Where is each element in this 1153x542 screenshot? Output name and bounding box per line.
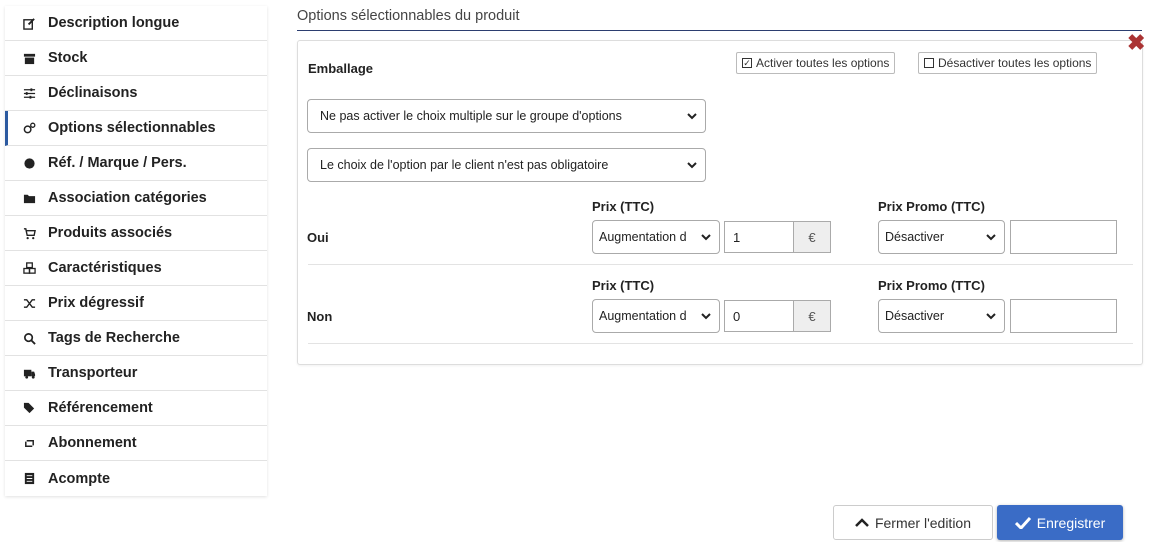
check-icon bbox=[1014, 516, 1031, 529]
sliders-icon bbox=[19, 87, 39, 100]
promo-value-input[interactable] bbox=[1010, 299, 1117, 333]
deactivate-all-options-button[interactable]: Désactiver toutes les options bbox=[918, 52, 1098, 74]
title-divider bbox=[297, 30, 1142, 31]
chevron-down-icon bbox=[701, 313, 711, 320]
currency-addon: € bbox=[794, 300, 831, 332]
search-icon bbox=[19, 332, 39, 345]
chevron-down-icon bbox=[687, 113, 697, 120]
sidebar-item-produits-associes[interactable]: Produits associés bbox=[5, 216, 267, 251]
retweet-icon bbox=[19, 437, 39, 450]
page-title: Options sélectionnables du produit bbox=[297, 8, 520, 24]
sidebar-item-label: Options sélectionnables bbox=[48, 120, 216, 136]
option-row-label: Non bbox=[307, 309, 333, 324]
chevron-down-icon bbox=[986, 234, 996, 241]
mandatory-choice-value: Le choix de l'option par le client n'est… bbox=[320, 158, 609, 172]
save-button[interactable]: Enregistrer bbox=[997, 505, 1123, 540]
price-mode-select[interactable]: Augmentation d bbox=[592, 220, 720, 254]
row-divider bbox=[308, 264, 1133, 265]
cogs-icon bbox=[19, 122, 39, 135]
checkbox-checked-icon: ✓ bbox=[742, 57, 752, 68]
mandatory-choice-select[interactable]: Le choix de l'option par le client n'est… bbox=[307, 148, 706, 182]
promo-mode-select[interactable]: Désactiver bbox=[878, 299, 1005, 333]
sidebar-item-label: Acompte bbox=[48, 470, 111, 487]
multiple-choice-value: Ne pas activer le choix multiple sur le … bbox=[320, 109, 622, 123]
multiple-choice-select[interactable]: Ne pas activer le choix multiple sur le … bbox=[307, 99, 706, 133]
sidebar-item-label: Réf. / Marque / Pers. bbox=[48, 155, 187, 171]
sidebar-item-label: Caractéristiques bbox=[48, 260, 162, 276]
sidebar-item-declinaisons[interactable]: Déclinaisons bbox=[5, 76, 267, 111]
price-value-input[interactable]: 1 bbox=[724, 221, 794, 253]
sidebar-item-options-selectionnables[interactable]: Options sélectionnables bbox=[5, 111, 267, 146]
sidebar-item-transporteur[interactable]: Transporteur bbox=[5, 356, 267, 391]
truck-icon bbox=[19, 367, 39, 380]
random-icon bbox=[19, 297, 39, 310]
sidebar-item-label: Référencement bbox=[48, 400, 153, 416]
certificate-icon bbox=[19, 157, 39, 170]
promo-price-column-header: Prix Promo (TTC) bbox=[878, 278, 985, 293]
promo-price-column-header: Prix Promo (TTC) bbox=[878, 199, 985, 214]
sidebar-item-referencement[interactable]: Référencement bbox=[5, 391, 267, 426]
price-column-header: Prix (TTC) bbox=[592, 199, 655, 214]
row-divider bbox=[308, 343, 1133, 344]
activate-all-label: Activer toutes les options bbox=[756, 56, 890, 70]
chevron-down-icon bbox=[701, 234, 711, 241]
close-edit-label: Fermer l'edition bbox=[874, 514, 972, 531]
sidebar-item-ref-marque[interactable]: Réf. / Marque / Pers. bbox=[5, 146, 267, 181]
promo-value-input[interactable] bbox=[1010, 220, 1117, 254]
sidebar-item-caracteristiques[interactable]: Caractéristiques bbox=[5, 251, 267, 286]
checkbox-empty-icon bbox=[924, 58, 934, 68]
currency-addon: € bbox=[794, 221, 831, 253]
price-mode-value: Augmentation d bbox=[599, 230, 687, 244]
price-value-input[interactable]: 0 bbox=[724, 300, 794, 332]
sidebar-item-label: Stock bbox=[48, 50, 88, 66]
price-column-header: Prix (TTC) bbox=[592, 278, 655, 293]
chevron-down-icon bbox=[687, 162, 697, 169]
list-icon bbox=[19, 472, 39, 485]
sidebar-item-label: Description longue bbox=[48, 15, 180, 31]
promo-mode-value: Désactiver bbox=[885, 309, 945, 323]
close-edit-button[interactable]: Fermer l'edition bbox=[833, 505, 993, 540]
sidebar-item-label: Déclinaisons bbox=[48, 85, 138, 101]
sidebar-item-label: Prix dégressif bbox=[48, 295, 144, 311]
cart-icon bbox=[19, 227, 39, 240]
folder-icon bbox=[19, 192, 39, 205]
option-group-panel: Emballage ✓ Activer toutes les options D… bbox=[297, 40, 1143, 365]
price-mode-value: Augmentation d bbox=[599, 309, 687, 323]
option-row-label: Oui bbox=[307, 230, 329, 245]
product-edit-sidebar: Description longue Stock Déclinaisons Op… bbox=[5, 6, 267, 496]
chevron-down-icon bbox=[986, 313, 996, 320]
sidebar-item-tags-recherche[interactable]: Tags de Recherche bbox=[5, 321, 267, 356]
sidebar-item-label: Transporteur bbox=[48, 365, 138, 381]
tags-icon bbox=[19, 402, 39, 415]
activate-all-options-button[interactable]: ✓ Activer toutes les options bbox=[736, 52, 896, 74]
price-value: 1 bbox=[733, 229, 741, 245]
sidebar-item-abonnement[interactable]: Abonnement bbox=[5, 426, 267, 461]
sidebar-item-acompte[interactable]: Acompte bbox=[5, 461, 267, 496]
remove-option-group-icon[interactable]: ✖ bbox=[1127, 32, 1145, 54]
sidebar-item-description-longue[interactable]: Description longue bbox=[5, 6, 267, 41]
archive-icon bbox=[19, 52, 39, 65]
sidebar-item-association-categories[interactable]: Association catégories bbox=[5, 181, 267, 216]
sidebar-item-stock[interactable]: Stock bbox=[5, 41, 267, 76]
sidebar-item-label: Association catégories bbox=[48, 190, 207, 206]
sidebar-item-label: Abonnement bbox=[48, 435, 137, 451]
option-group-name: Emballage bbox=[308, 61, 374, 76]
sidebar-item-label: Produits associés bbox=[48, 225, 173, 241]
cubes-icon bbox=[19, 261, 39, 275]
edit-icon bbox=[19, 17, 39, 30]
chevron-up-icon bbox=[855, 517, 869, 528]
save-label: Enregistrer bbox=[1036, 514, 1106, 531]
sidebar-item-prix-degressif[interactable]: Prix dégressif bbox=[5, 286, 267, 321]
sidebar-item-label: Tags de Recherche bbox=[48, 330, 180, 346]
price-value: 0 bbox=[733, 308, 741, 324]
deactivate-all-label: Désactiver toutes les options bbox=[938, 56, 1092, 70]
promo-mode-value: Désactiver bbox=[885, 230, 945, 244]
promo-mode-select[interactable]: Désactiver bbox=[878, 220, 1005, 254]
price-mode-select[interactable]: Augmentation d bbox=[592, 299, 720, 333]
